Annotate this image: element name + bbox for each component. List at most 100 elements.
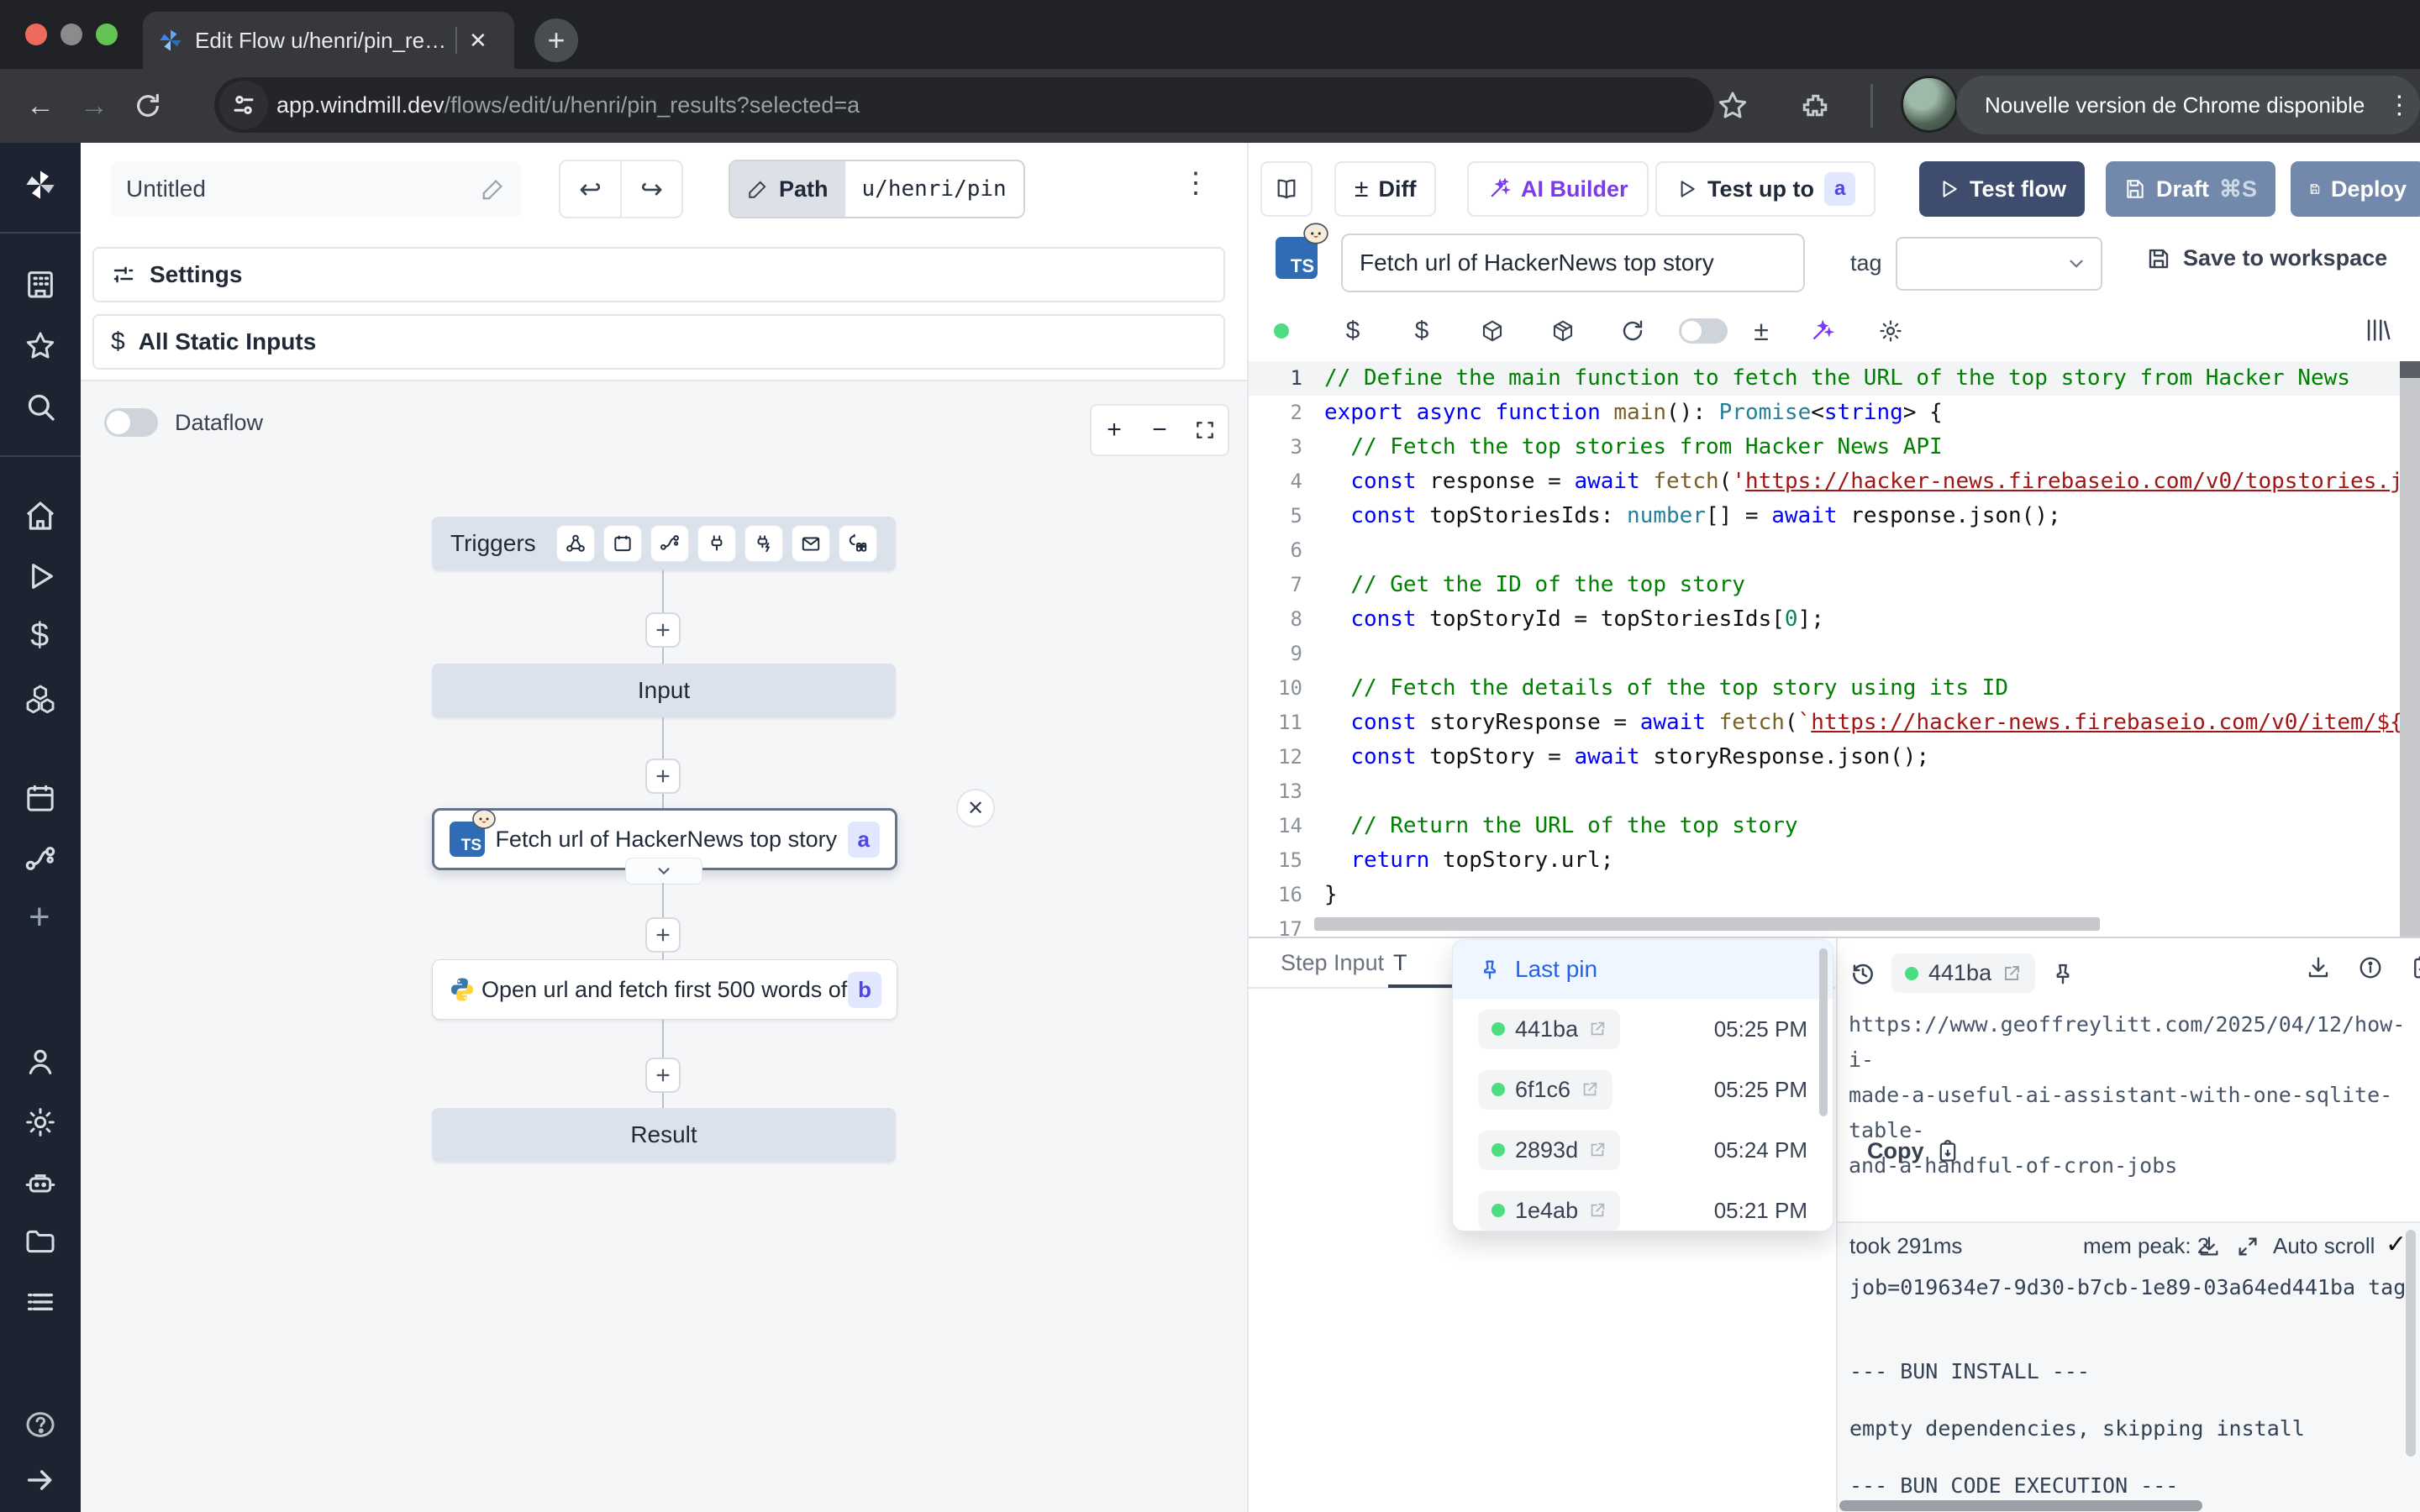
- last-pin-header[interactable]: Last pin: [1453, 940, 1833, 999]
- event-plug-trigger-icon[interactable]: [744, 525, 783, 562]
- resources-cubes-icon[interactable]: [24, 682, 57, 716]
- flow-name-input[interactable]: Untitled: [111, 161, 521, 217]
- remove-step-a-button[interactable]: ✕: [956, 789, 995, 827]
- reload-deps-icon[interactable]: [1598, 318, 1667, 344]
- search-icon[interactable]: [24, 390, 57, 423]
- add-step-button-2[interactable]: [645, 759, 681, 794]
- input-node[interactable]: Input: [432, 664, 896, 717]
- test-flow-button[interactable]: Test flow: [1919, 161, 2085, 217]
- audit-logs-list-icon[interactable]: [24, 1285, 57, 1319]
- save-to-workspace-button[interactable]: Save to workspace: [2146, 245, 2387, 271]
- workers-robot-icon[interactable]: [24, 1166, 57, 1200]
- zoom-window-button[interactable]: [96, 24, 118, 45]
- favorites-star-icon[interactable]: [24, 329, 57, 363]
- pin-item-441ba[interactable]: 441ba 05:25 PM: [1453, 999, 1833, 1059]
- copy-button[interactable]: Copy: [1867, 1138, 1960, 1164]
- triggers-bar[interactable]: Triggers: [432, 517, 896, 570]
- result-node[interactable]: Result: [432, 1108, 896, 1162]
- close-window-button[interactable]: [25, 24, 47, 45]
- clipboard-icon[interactable]: [2410, 955, 2420, 980]
- ai-builder-button[interactable]: AI Builder: [1467, 161, 1649, 217]
- package-icon[interactable]: [1457, 318, 1528, 344]
- bookmark-star-icon[interactable]: [1716, 89, 1749, 123]
- tag-select[interactable]: [1896, 237, 2102, 291]
- step-node-b[interactable]: Open url and fetch first 500 words of ..…: [432, 959, 897, 1020]
- add-step-button-4[interactable]: [645, 1058, 681, 1093]
- chrome-menu-kebab-icon[interactable]: ⋮: [2386, 91, 2412, 120]
- email-trigger-icon[interactable]: [792, 525, 830, 562]
- tab-test-partial[interactable]: T: [1393, 950, 1407, 976]
- code-vscrollbar[interactable]: [2400, 361, 2420, 937]
- editor-settings-gear-icon[interactable]: [1857, 318, 1924, 344]
- help-icon[interactable]: [24, 1408, 57, 1441]
- expand-sidebar-arrow-icon[interactable]: [24, 1463, 57, 1497]
- all-static-inputs-card[interactable]: $ All Static Inputs: [92, 314, 1225, 370]
- external-link-icon[interactable]: [2002, 963, 2022, 984]
- dataflow-toggle[interactable]: [104, 408, 158, 437]
- fit-view-button[interactable]: [1182, 406, 1228, 454]
- package-lock-icon[interactable]: [1528, 318, 1598, 344]
- route-trigger-icon[interactable]: [650, 525, 689, 562]
- workspace-building-icon[interactable]: [24, 267, 57, 301]
- history-icon[interactable]: [1849, 960, 1876, 987]
- variable-picker-icon[interactable]: $: [1319, 317, 1386, 345]
- diff-button[interactable]: ± Diff: [1334, 161, 1436, 217]
- job-id-pill[interactable]: 441ba: [1891, 953, 2035, 993]
- folders-icon[interactable]: [24, 1225, 57, 1258]
- address-bar[interactable]: app.windmill.dev/flows/edit/u/henri/pin_…: [214, 77, 1714, 133]
- profile-avatar[interactable]: [1901, 76, 1958, 133]
- logs-hscrollbar[interactable]: [1839, 1500, 2202, 1511]
- variables-dollar-icon[interactable]: $: [24, 618, 49, 652]
- close-tab-icon[interactable]: ✕: [469, 28, 487, 54]
- draft-button[interactable]: Draft ⌘S: [2106, 161, 2275, 217]
- schedules-calendar-icon[interactable]: [24, 781, 57, 815]
- routes-icon[interactable]: [24, 842, 57, 875]
- logs-vscrollbar[interactable]: [2406, 1230, 2416, 1457]
- schedule-trigger-icon[interactable]: [603, 525, 642, 562]
- step-a-collapse-chevron[interactable]: [625, 858, 702, 885]
- flow-preview-book-button[interactable]: [1260, 161, 1313, 217]
- external-link-icon[interactable]: [1588, 1201, 1607, 1220]
- info-icon[interactable]: [2358, 955, 2383, 980]
- download-result-icon[interactable]: [2306, 955, 2331, 980]
- flow-graph-canvas[interactable]: Dataflow + − Triggers: [81, 380, 1247, 1512]
- extensions-icon[interactable]: [1800, 89, 1833, 123]
- logs-panel[interactable]: took 291ms mem peak: 2 Auto scroll ✓ job…: [1838, 1221, 2420, 1512]
- auto-scroll-label[interactable]: Auto scroll: [2273, 1233, 2375, 1259]
- pin-item-6f1c6[interactable]: 6f1c6 05:25 PM: [1453, 1059, 1833, 1120]
- settings-gear-icon[interactable]: [24, 1105, 57, 1139]
- back-icon[interactable]: ←: [13, 90, 67, 123]
- download-logs-icon[interactable]: [2197, 1235, 2221, 1258]
- pin-item-1e4ab[interactable]: 1e4ab 05:21 PM: [1453, 1180, 1833, 1231]
- browser-tab[interactable]: Edit Flow u/henri/pin_results ✕: [143, 12, 514, 69]
- undo-button[interactable]: ↩: [560, 161, 620, 217]
- edit-pencil-icon[interactable]: [481, 176, 506, 202]
- redo-button[interactable]: ↪: [620, 161, 681, 217]
- diff-mode-icon[interactable]: ±: [1736, 316, 1786, 347]
- webhook-trigger-icon[interactable]: [556, 525, 595, 562]
- pin-item-2893d[interactable]: 2893d 05:24 PM: [1453, 1120, 1833, 1180]
- forward-icon[interactable]: →: [67, 90, 121, 123]
- test-up-to-button[interactable]: Test up to a: [1655, 161, 1876, 217]
- add-step-button-3[interactable]: [645, 917, 681, 953]
- resource-picker-icon[interactable]: $: [1386, 317, 1457, 345]
- reload-icon[interactable]: [121, 92, 175, 120]
- tab-step-input[interactable]: Step Input: [1281, 950, 1384, 976]
- kafka-plug-trigger-icon[interactable]: [697, 525, 736, 562]
- external-link-icon[interactable]: [1588, 1020, 1607, 1038]
- library-panel-icon[interactable]: [2363, 316, 2391, 344]
- editor-toggle[interactable]: [1679, 318, 1728, 344]
- zoom-in-button[interactable]: +: [1092, 406, 1137, 454]
- capture-trigger-icon[interactable]: [839, 525, 877, 562]
- new-tab-button[interactable]: +: [534, 18, 578, 62]
- ai-wand-icon[interactable]: [1786, 318, 1857, 344]
- path-chip[interactable]: Path u/henri/pin: [729, 160, 1025, 218]
- site-settings-icon[interactable]: [219, 81, 268, 129]
- pin-icon[interactable]: [2050, 961, 2075, 986]
- user-icon[interactable]: [24, 1045, 57, 1079]
- deploy-button[interactable]: Deploy: [2291, 161, 2420, 217]
- zoom-out-button[interactable]: −: [1137, 406, 1182, 454]
- step-title-input[interactable]: Fetch url of HackerNews top story: [1341, 234, 1805, 292]
- windmill-logo-icon[interactable]: [24, 168, 57, 202]
- auto-scroll-check-icon[interactable]: ✓: [2386, 1230, 2407, 1259]
